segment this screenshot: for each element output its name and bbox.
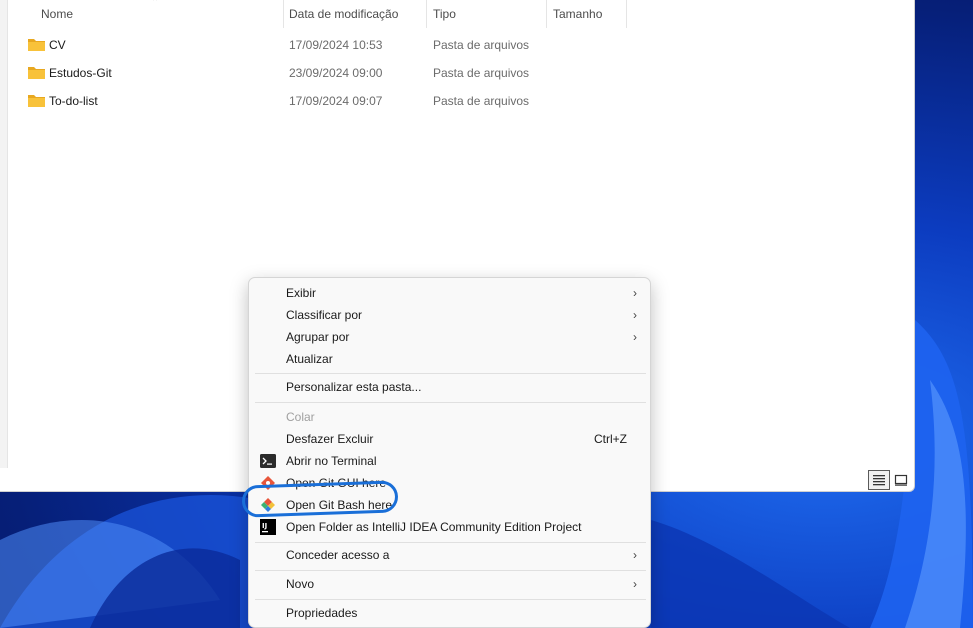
file-name: To-do-list	[49, 94, 98, 108]
menu-item-colar: Colar	[286, 410, 315, 424]
menu-separator	[255, 373, 646, 374]
details-view-icon	[873, 475, 885, 486]
details-view-button[interactable]	[868, 470, 890, 490]
context-menu: Exibir › Classificar por › Agrupar por ›…	[248, 277, 651, 628]
column-header-modified[interactable]: Data de modificação	[283, 0, 427, 28]
file-date: 17/09/2024 10:53	[289, 38, 383, 52]
menu-item-agrupar-por[interactable]: Agrupar por ›	[253, 326, 647, 348]
file-name: Estudos-Git	[49, 66, 112, 80]
menu-separator	[255, 542, 646, 543]
menu-item-open-git-bash[interactable]: Open Git Bash here	[253, 494, 647, 516]
chevron-right-icon: ›	[633, 308, 637, 322]
menu-item-conceder-acesso[interactable]: Conceder acesso a ›	[253, 544, 647, 566]
file-type: Pasta de arquivos	[433, 38, 530, 52]
chevron-right-icon: ›	[633, 577, 637, 591]
menu-separator	[255, 402, 646, 403]
file-type: Pasta de arquivos	[433, 94, 530, 108]
menu-item-propriedades[interactable]: Propriedades	[253, 602, 647, 624]
sort-ascending-icon: ⌃	[151, 0, 160, 8]
menu-item-personalizar-pasta[interactable]: Personalizar esta pasta...	[253, 376, 647, 398]
menu-item-atualizar[interactable]: Atualizar	[253, 348, 647, 370]
menu-item-open-git-gui[interactable]: Open Git GUI here	[253, 472, 647, 494]
navigation-pane-edge	[0, 0, 8, 468]
shortcut-label: Ctrl+Z	[594, 432, 627, 446]
file-type: Pasta de arquivos	[433, 66, 530, 80]
chevron-right-icon: ›	[633, 548, 637, 562]
tiles-view-button[interactable]	[890, 470, 912, 490]
folder-icon	[28, 39, 45, 51]
folder-icon	[28, 95, 45, 107]
file-date: 23/09/2024 09:00	[289, 66, 383, 80]
folder-icon	[28, 67, 45, 79]
terminal-icon	[260, 454, 276, 468]
column-header-name[interactable]: Nome	[35, 0, 284, 28]
file-row[interactable]: Estudos-Git 23/09/2024 09:00 Pasta de ar…	[22, 62, 902, 84]
file-name: CV	[49, 38, 66, 52]
menu-item-desfazer-excluir[interactable]: Desfazer Excluir Ctrl+Z	[253, 428, 647, 450]
intellij-badge: IJ	[262, 522, 267, 530]
column-header-size[interactable]: Tamanho	[547, 0, 627, 28]
file-row[interactable]: To-do-list 17/09/2024 09:07 Pasta de arq…	[22, 90, 902, 112]
git-gui-icon	[261, 476, 275, 490]
chevron-right-icon: ›	[633, 286, 637, 300]
intellij-icon: IJ	[260, 519, 276, 535]
menu-item-classificar-por[interactable]: Classificar por ›	[253, 304, 647, 326]
file-row[interactable]: CV 17/09/2024 10:53 Pasta de arquivos	[22, 34, 902, 56]
tiles-view-icon	[894, 474, 908, 486]
menu-separator	[255, 570, 646, 571]
menu-item-open-intellij[interactable]: IJ Open Folder as IntelliJ IDEA Communit…	[253, 516, 647, 538]
git-bash-icon	[261, 498, 275, 512]
menu-item-exibir[interactable]: Exibir ›	[253, 282, 647, 304]
menu-separator	[255, 599, 646, 600]
column-header-type[interactable]: Tipo	[427, 0, 547, 28]
chevron-right-icon: ›	[633, 330, 637, 344]
file-date: 17/09/2024 09:07	[289, 94, 383, 108]
menu-item-novo[interactable]: Novo ›	[253, 573, 647, 595]
menu-item-abrir-terminal[interactable]: Abrir no Terminal	[253, 450, 647, 472]
